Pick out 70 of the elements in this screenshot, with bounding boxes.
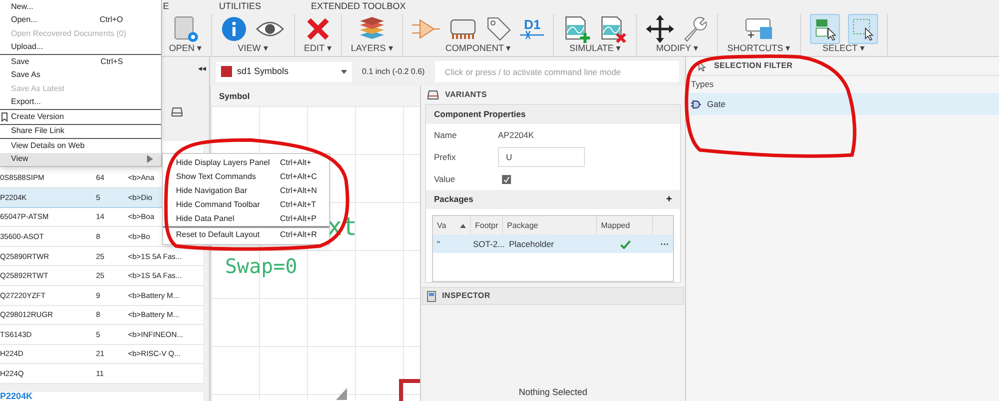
info-icon[interactable] [221, 16, 248, 42]
section-title: Types [691, 78, 714, 91]
panel-title: VARIANTS [445, 89, 487, 101]
layer-dropdown[interactable]: sd1 Symbols [216, 62, 352, 82]
field-label: Prefix [434, 150, 457, 164]
eye-icon[interactable] [255, 18, 286, 38]
more-button[interactable]: ··· [660, 238, 673, 250]
chart-add-icon[interactable] [563, 14, 592, 42]
ribbon-tab[interactable]: UTILITIES [219, 0, 262, 14]
menu-item[interactable]: Reset to Default Layout Ctrl+Alt+R [163, 228, 329, 242]
menu-item[interactable]: Save As [0, 68, 161, 82]
caret-icon [341, 70, 347, 74]
prefix-input[interactable]: U [498, 147, 585, 167]
component-title: P2204K [0, 392, 33, 401]
group-menu-button[interactable]: EDIT ▾ [304, 44, 332, 52]
panel-title: Symbol [219, 90, 250, 102]
symbol-text: Swap=0 [225, 256, 298, 276]
designator-tool[interactable]: D1 [520, 18, 544, 39]
field-label: Name [434, 128, 458, 142]
pin-triangle [336, 388, 347, 400]
field-value: AP2204K [498, 128, 534, 142]
sort-icon[interactable] [460, 224, 466, 228]
drive-icon [427, 90, 439, 100]
menu-item[interactable]: Share File Link [0, 124, 161, 138]
symbol-outline [399, 379, 420, 401]
section-title: Component Properties [434, 108, 526, 121]
tag-icon[interactable] [486, 16, 512, 42]
panel-title: INSPECTOR [442, 290, 490, 302]
filter-item[interactable]: Gate [686, 93, 999, 115]
group-menu-button[interactable]: SIMULATE ▾ [569, 44, 622, 52]
group-menu-button[interactable]: SELECT ▾ [822, 44, 865, 52]
menu-item[interactable]: Upload... [0, 40, 161, 54]
menu-item[interactable]: Create Version [0, 110, 161, 124]
amplifier-icon[interactable] [412, 18, 440, 40]
shortcut-icon[interactable] [744, 16, 774, 40]
calculator-icon [427, 290, 436, 302]
command-input[interactable]: Click or press / to activate command line mode [434, 61, 679, 82]
section-title: Packages [434, 193, 474, 206]
chart-remove-icon[interactable] [599, 14, 628, 42]
bookmark-icon [1, 112, 8, 122]
menu-item[interactable]: Export... [0, 96, 161, 109]
add-button[interactable]: + [666, 192, 672, 207]
gate-icon [691, 100, 701, 108]
drive-icon[interactable] [171, 106, 183, 117]
field-label: Value [434, 172, 456, 186]
group-menu-button[interactable]: LAYERS ▾ [350, 44, 394, 52]
cursor-icon [698, 60, 706, 72]
wrench-icon[interactable] [682, 16, 708, 42]
menu-item[interactable]: New... [0, 0, 161, 14]
group-menu-button[interactable]: COMPONENT ▾ [445, 44, 512, 52]
ribbon-tab[interactable]: E [163, 0, 170, 14]
group-menu-button[interactable]: OPEN ▾ [169, 44, 202, 52]
chip-icon[interactable] [448, 16, 478, 40]
submenu-arrow-icon [147, 155, 153, 164]
close-icon[interactable] [304, 16, 331, 42]
group-menu-button[interactable]: SHORTCUTS ▾ [727, 44, 791, 52]
group-menu-button[interactable]: MODIFY ▾ [656, 44, 698, 52]
empty-message: Nothing Selected [518, 386, 588, 399]
panel-title: SELECTION FILTER [714, 60, 793, 72]
checkbox[interactable] [502, 174, 511, 184]
menu-item[interactable]: View Details on Web [0, 139, 161, 152]
grid-readout: 0.1 inch (-0.2 0.6) [362, 66, 425, 78]
menu-item[interactable]: Open... Ctrl+O [0, 14, 161, 27]
ribbon-tab[interactable]: EXTENDED TOOLBOX [311, 0, 406, 14]
menu-item[interactable]: View [0, 152, 161, 166]
move-icon[interactable] [646, 14, 674, 42]
menu-item[interactable]: Save Ctrl+S [0, 55, 161, 68]
collapse-button[interactable]: ◂◂ [198, 63, 206, 76]
group-menu-button[interactable]: VIEW ▾ [238, 44, 268, 52]
package-row[interactable]: " SOT-2... Placeholder ··· [433, 235, 673, 253]
